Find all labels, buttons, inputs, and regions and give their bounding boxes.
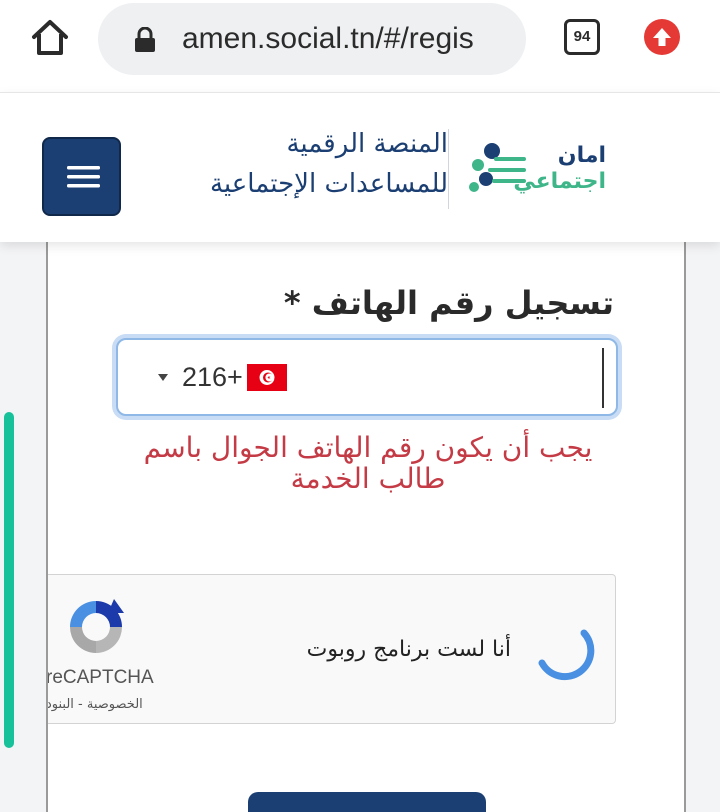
tab-switcher-button[interactable]: 94 [564, 19, 600, 55]
recaptcha-logo-icon [70, 599, 124, 653]
brand-subtitle: للمساعدات الإجتماعية [209, 169, 448, 199]
update-icon[interactable] [644, 19, 680, 55]
site-header: المنصة الرقمية للمساعدات الإجتماعية امان… [0, 92, 720, 242]
hamburger-icon [67, 166, 100, 188]
menu-button[interactable] [42, 137, 121, 216]
registration-card: تسجيل رقم الهاتف * 216+ يجب أن يكون رقم … [46, 242, 686, 812]
url-text: amen.social.tn/#/regis [182, 22, 474, 55]
submit-button[interactable] [248, 792, 486, 812]
recaptcha-brand: reCAPTCHA [48, 667, 154, 688]
browser-toolbar: amen.social.tn/#/regis 94 [0, 0, 720, 92]
logo-text-line2: اجتماعي [513, 169, 606, 194]
loading-spinner-icon[interactable] [532, 619, 596, 683]
text-caret [602, 348, 604, 408]
lock-icon [135, 27, 155, 52]
site-logo[interactable]: امان اجتماعي [466, 131, 616, 207]
home-icon[interactable] [28, 16, 72, 60]
dial-code: 216+ [182, 361, 243, 392]
recaptcha-widget: أنا لست برنامج روبوت reCAPTCHA الخصوصية … [48, 574, 616, 724]
logo-text-line1: امان [557, 143, 606, 168]
address-bar[interactable]: amen.social.tn/#/regis [98, 3, 526, 75]
recaptcha-label: أنا لست برنامج روبوت [306, 637, 511, 662]
recaptcha-privacy-links[interactable]: الخصوصية - البنود [48, 697, 150, 712]
phone-error-message: يجب أن يكون رقم الهاتف الجوال باسم طالب … [143, 431, 593, 495]
chevron-down-icon [158, 373, 168, 381]
brand-title: المنصة الرقمية [286, 129, 448, 159]
tunisia-flag-icon [246, 363, 287, 391]
scroll-indicator[interactable] [4, 412, 14, 748]
page-content: تسجيل رقم الهاتف * 216+ يجب أن يكون رقم … [0, 242, 720, 812]
brand-divider [448, 129, 449, 209]
phone-input[interactable]: 216+ [116, 338, 618, 416]
phone-field-label: تسجيل رقم الهاتف * [283, 284, 614, 322]
country-code-select[interactable]: 216+ [158, 359, 287, 395]
